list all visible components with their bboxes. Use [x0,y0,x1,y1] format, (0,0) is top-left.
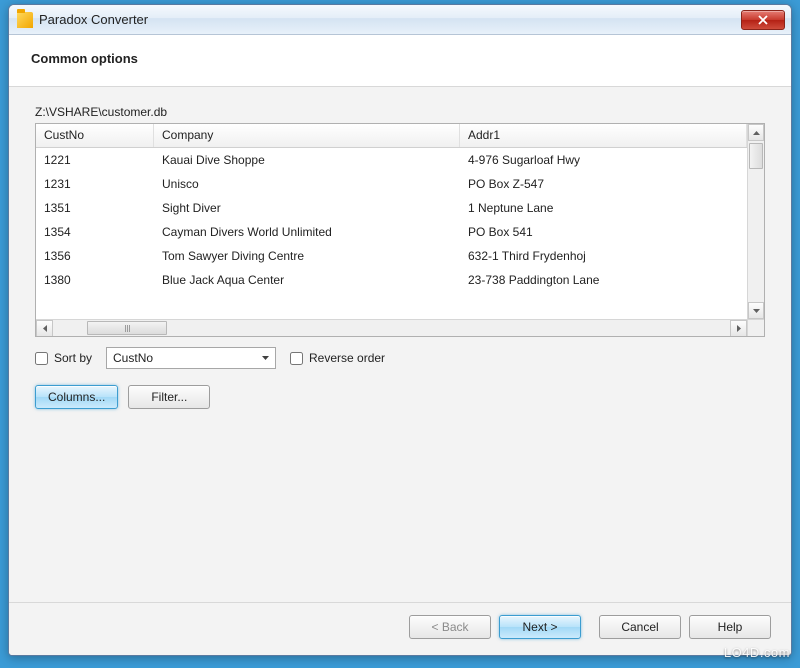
cell-company: Blue Jack Aqua Center [154,273,460,287]
sort-field-combobox[interactable]: CustNo [106,347,276,369]
scrollbar-corner [747,319,764,336]
reverse-order-checkbox[interactable]: Reverse order [290,351,385,365]
wizard-footer: < Back Next > Cancel Help [9,602,791,655]
column-header-custno[interactable]: CustNo [36,124,154,147]
column-header-addr1[interactable]: Addr1 [460,124,747,147]
table-row[interactable]: 1380 Blue Jack Aqua Center 23-738 Paddin… [36,268,747,292]
chevron-down-icon [257,350,273,366]
table-row[interactable]: 1351 Sight Diver 1 Neptune Lane [36,196,747,220]
content-area: Z:\VSHARE\customer.db CustNo Company Add… [9,87,791,602]
close-button[interactable] [741,10,785,30]
chevron-left-icon [43,325,47,332]
cell-custno: 1231 [36,177,154,191]
cell-company: Cayman Divers World Unlimited [154,225,460,239]
cell-addr: PO Box Z-547 [460,177,747,191]
sort-field-value: CustNo [113,351,153,365]
columns-button[interactable]: Columns... [35,385,118,409]
cell-custno: 1354 [36,225,154,239]
cancel-button[interactable]: Cancel [599,615,681,639]
chevron-up-icon [753,131,760,135]
dialog-window: Paradox Converter Common options Z:\VSHA… [8,4,792,656]
cell-company: Tom Sawyer Diving Centre [154,249,460,263]
chevron-down-icon [753,309,760,313]
window-title: Paradox Converter [39,12,741,27]
table-body: 1221 Kauai Dive Shoppe 4-976 Sugarloaf H… [36,148,747,319]
scroll-right-button[interactable] [730,320,747,337]
scroll-track[interactable] [53,320,730,336]
sort-options-row: Sort by CustNo Reverse order [35,347,765,369]
close-icon [758,15,768,25]
cell-company: Sight Diver [154,201,460,215]
watermark-text: LO4D.com [724,645,790,660]
vertical-scrollbar[interactable] [747,124,764,319]
table-row[interactable]: 1356 Tom Sawyer Diving Centre 632-1 Thir… [36,244,747,268]
scroll-thumb[interactable] [749,143,763,169]
data-table: CustNo Company Addr1 1221 Kauai Dive Sho… [35,123,765,337]
cell-company: Kauai Dive Shoppe [154,153,460,167]
cell-addr: 23-738 Paddington Lane [460,273,747,287]
help-button[interactable]: Help [689,615,771,639]
table-row[interactable]: 1221 Kauai Dive Shoppe 4-976 Sugarloaf H… [36,148,747,172]
next-button[interactable]: Next > [499,615,581,639]
cell-custno: 1351 [36,201,154,215]
app-icon [17,12,33,28]
scroll-up-button[interactable] [748,124,764,141]
horizontal-scrollbar[interactable] [36,319,747,336]
sort-by-label: Sort by [54,351,92,365]
scroll-track[interactable] [748,141,764,302]
sort-by-checkbox-input[interactable] [35,352,48,365]
action-button-row: Columns... Filter... [35,385,765,409]
cell-custno: 1356 [36,249,154,263]
cell-company: Unisco [154,177,460,191]
page-title: Common options [31,51,769,66]
scroll-down-button[interactable] [748,302,764,319]
cell-custno: 1380 [36,273,154,287]
cell-addr: 632-1 Third Frydenhoj [460,249,747,263]
cell-addr: 1 Neptune Lane [460,201,747,215]
wizard-header: Common options [9,35,791,87]
cell-addr: 4-976 Sugarloaf Hwy [460,153,747,167]
table-row[interactable]: 1354 Cayman Divers World Unlimited PO Bo… [36,220,747,244]
table-row[interactable]: 1231 Unisco PO Box Z-547 [36,172,747,196]
cell-addr: PO Box 541 [460,225,747,239]
filter-button[interactable]: Filter... [128,385,210,409]
scroll-left-button[interactable] [36,320,53,337]
reverse-order-label: Reverse order [309,351,385,365]
reverse-order-checkbox-input[interactable] [290,352,303,365]
cell-custno: 1221 [36,153,154,167]
back-button[interactable]: < Back [409,615,491,639]
chevron-right-icon [737,325,741,332]
titlebar: Paradox Converter [9,5,791,35]
scroll-thumb[interactable] [87,321,167,335]
sort-by-checkbox[interactable]: Sort by [35,351,92,365]
file-path-label: Z:\VSHARE\customer.db [35,105,765,119]
column-header-company[interactable]: Company [154,124,460,147]
table-header-row: CustNo Company Addr1 [36,124,747,148]
